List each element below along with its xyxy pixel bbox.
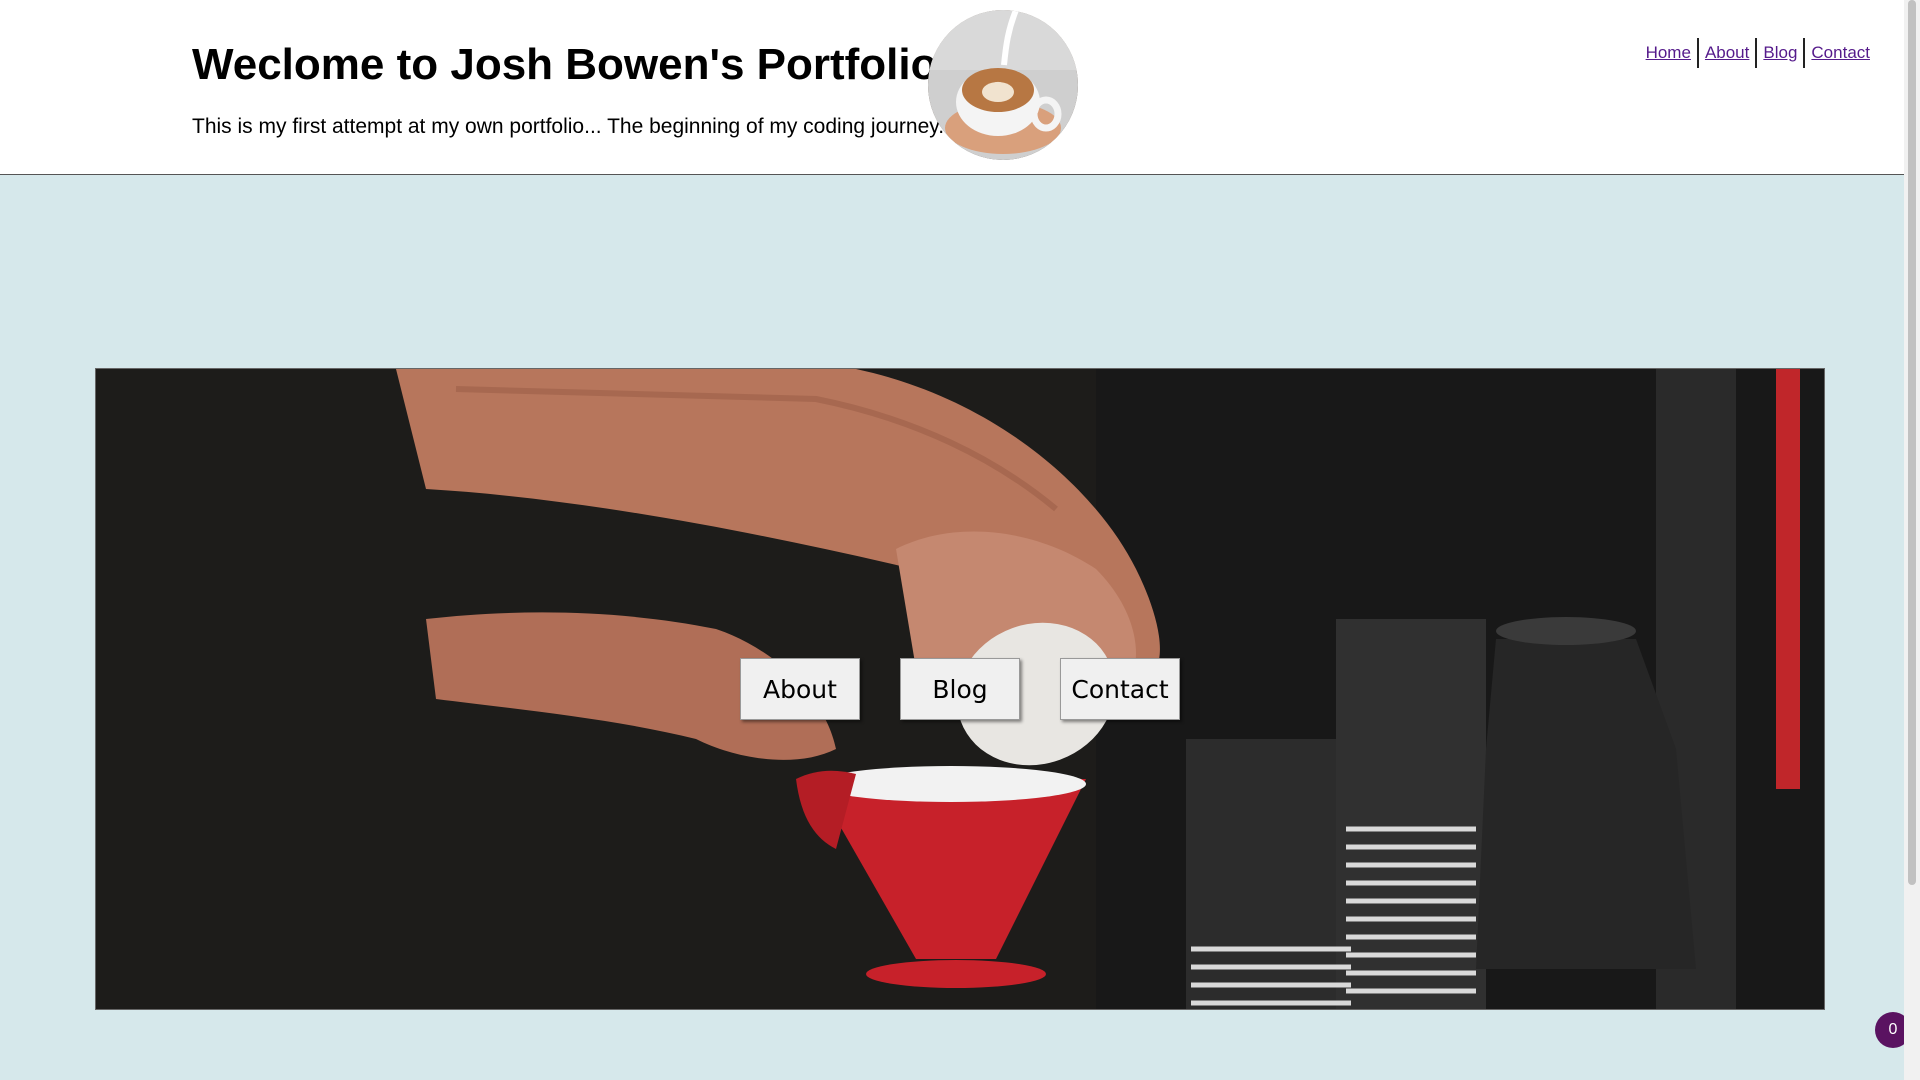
- hero-about-button[interactable]: About: [740, 658, 860, 720]
- nav-link-home[interactable]: Home: [1640, 38, 1697, 68]
- hero-banner: About Blog Contact: [95, 368, 1825, 1010]
- hero-contact-button[interactable]: Contact: [1060, 658, 1180, 720]
- page-title: Weclome to Josh Bowen's Portfolio.: [192, 40, 950, 89]
- site-header: Weclome to Josh Bowen's Portfolio. This …: [0, 0, 1920, 175]
- nav-link-about[interactable]: About: [1699, 38, 1755, 68]
- vertical-scrollbar[interactable]: [1904, 0, 1920, 1080]
- scrollbar-thumb[interactable]: [1908, 0, 1916, 885]
- hero-blog-button[interactable]: Blog: [900, 658, 1020, 720]
- latte-logo-image: [928, 10, 1078, 160]
- nav-link-contact[interactable]: Contact: [1805, 38, 1876, 68]
- top-nav: Home About Blog Contact: [1640, 38, 1876, 68]
- page-subtitle: This is my first attempt at my own portf…: [192, 115, 945, 138]
- nav-link-blog[interactable]: Blog: [1757, 38, 1803, 68]
